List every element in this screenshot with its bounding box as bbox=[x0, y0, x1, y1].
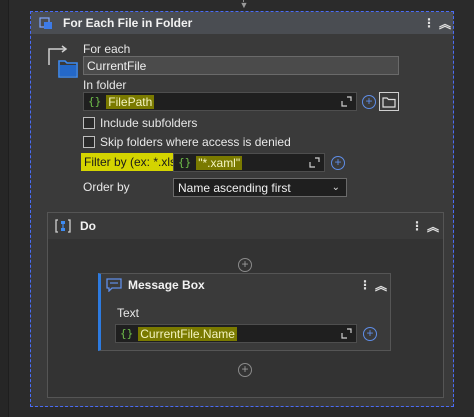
expression-brace-icon: {} bbox=[88, 95, 102, 108]
message-box-title: Message Box bbox=[128, 278, 205, 292]
activity-menu-kebab-icon[interactable]: ⋮ bbox=[421, 12, 437, 34]
do-sequence[interactable]: Do ⋮ ︽ + Message Box ⋮ ︽ Text {} Current… bbox=[47, 212, 444, 398]
folder-icon bbox=[382, 96, 396, 108]
for-each-file-activity[interactable]: For Each File in Folder ⋮ ︽ For each Cur… bbox=[30, 11, 454, 407]
message-box-icon bbox=[106, 278, 122, 292]
do-header[interactable]: Do ⋮ ︽ bbox=[48, 213, 443, 239]
for-each-input[interactable]: CurrentFile bbox=[83, 56, 399, 75]
filter-input[interactable]: {} "*.xaml" bbox=[173, 153, 325, 172]
order-by-value: Name ascending first bbox=[178, 180, 291, 195]
filter-value: "*.xaml" bbox=[196, 155, 243, 170]
for-each-value: CurrentFile bbox=[87, 58, 147, 73]
designer-canvas: ▼ For Each File in Folder ⋮ ︽ For each C… bbox=[0, 0, 474, 417]
include-subfolders-checkbox[interactable] bbox=[83, 117, 95, 129]
add-activity-top-icon[interactable]: + bbox=[238, 258, 252, 272]
expand-editor-icon[interactable] bbox=[340, 95, 353, 108]
filter-expand-icon[interactable] bbox=[308, 156, 321, 169]
include-subfolders-label: Include subfolders bbox=[100, 116, 198, 130]
message-box-header[interactable]: Message Box ⋮ ︽ bbox=[101, 274, 391, 296]
message-text-label: Text bbox=[117, 306, 140, 320]
flow-arrow-icon: ▼ bbox=[239, 0, 249, 10]
for-each-label: For each bbox=[83, 42, 131, 56]
filter-brace-icon: {} bbox=[178, 156, 192, 169]
sequence-icon bbox=[55, 219, 71, 233]
activity-title: For Each File in Folder bbox=[63, 16, 193, 30]
do-title: Do bbox=[80, 219, 96, 233]
in-folder-plus-icon[interactable]: + bbox=[362, 95, 376, 109]
order-by-select[interactable]: Name ascending first ⌄ bbox=[173, 178, 347, 197]
skip-folders-checkbox[interactable] bbox=[83, 136, 95, 148]
browse-folder-button[interactable] bbox=[379, 92, 399, 111]
chevron-down-icon: ⌄ bbox=[331, 182, 340, 193]
message-text-input[interactable]: {} CurrentFile.Name bbox=[115, 324, 357, 343]
message-box-kebab-icon[interactable]: ⋮ bbox=[357, 274, 373, 296]
do-menu-kebab-icon[interactable]: ⋮ bbox=[409, 215, 425, 237]
in-folder-value: FilePath bbox=[106, 94, 155, 109]
message-brace-icon: {} bbox=[120, 327, 134, 340]
message-plus-icon[interactable]: + bbox=[363, 327, 377, 341]
message-box-collapse-icon[interactable]: ︽ bbox=[373, 274, 389, 296]
skip-folders-label: Skip folders where access is denied bbox=[100, 135, 291, 149]
message-expand-icon[interactable] bbox=[340, 327, 353, 340]
order-by-label: Order by bbox=[83, 180, 130, 194]
message-text-value: CurrentFile.Name bbox=[138, 326, 237, 341]
do-collapse-icon[interactable]: ︽ bbox=[425, 215, 441, 237]
message-box-activity[interactable]: Message Box ⋮ ︽ Text {} CurrentFile.Name… bbox=[98, 273, 391, 351]
activity-collapse-icon[interactable]: ︽ bbox=[437, 12, 453, 34]
in-folder-input[interactable]: {} FilePath bbox=[83, 92, 357, 111]
add-activity-bottom-icon[interactable]: + bbox=[238, 363, 252, 377]
folder-loop-icon bbox=[45, 45, 79, 79]
left-rail bbox=[0, 0, 9, 417]
filter-plus-icon[interactable]: + bbox=[331, 156, 345, 170]
activity-type-icon bbox=[35, 12, 57, 34]
activity-header[interactable]: For Each File in Folder ⋮ ︽ bbox=[31, 12, 453, 34]
in-folder-label: In folder bbox=[83, 78, 127, 92]
